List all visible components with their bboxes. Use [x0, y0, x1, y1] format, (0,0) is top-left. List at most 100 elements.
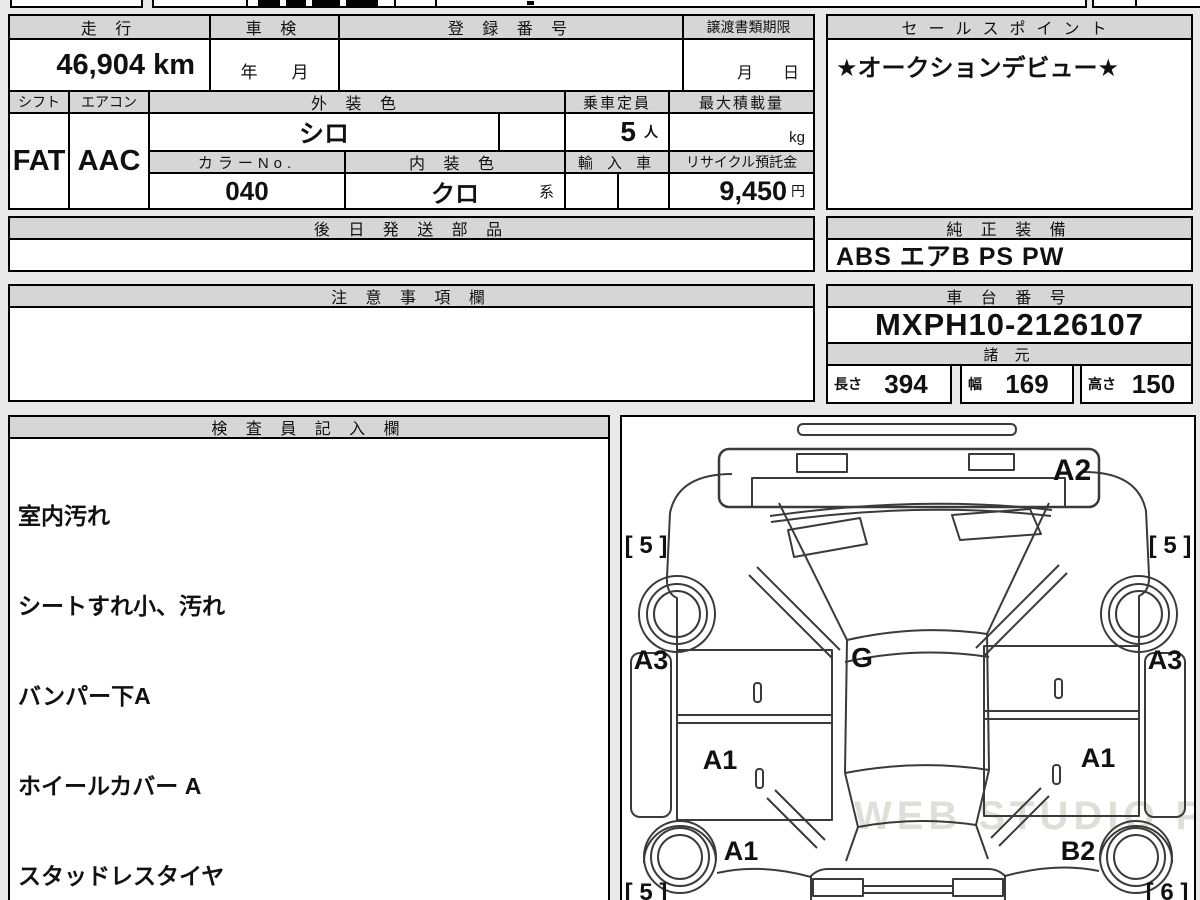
import-car-cell-2	[617, 172, 670, 210]
shift-value: FAT	[8, 112, 70, 210]
inspector-notes-header: 検 査 員 記 入 欄	[8, 415, 610, 439]
chassis-no-value: MXPH10-2126107	[826, 306, 1193, 344]
exterior-color-text: シロ	[298, 120, 349, 148]
front-lamp-left	[796, 453, 848, 473]
later-parts-body	[8, 238, 815, 272]
chassis-no-header: 車 台 番 号	[826, 284, 1193, 308]
caution-body	[8, 306, 815, 402]
mileage-header-label: 走 行	[80, 21, 139, 38]
cutoff-text-fragment	[312, 0, 340, 6]
cutoff-text-fragment	[286, 0, 306, 6]
color-no-header: カラーNo.	[148, 150, 346, 174]
spec-length-label: 長さ	[834, 376, 862, 392]
inspection-header-label: 車 検	[245, 21, 304, 38]
front-lamp-right	[968, 453, 1015, 471]
spec-width-cell: 幅 169	[960, 364, 1074, 404]
side-panel-left	[630, 652, 672, 818]
roof-strip	[797, 423, 1017, 436]
max-load-unit: kg	[789, 129, 805, 146]
door-handle	[755, 768, 764, 789]
damage-label-g: G	[851, 642, 873, 673]
recycle-deposit-number: 9,450	[719, 175, 787, 206]
door-handle	[1054, 678, 1063, 699]
max-load-value: kg	[668, 112, 815, 152]
exterior-color-empty-cell	[498, 112, 566, 152]
cutoff-row-cell	[1135, 0, 1200, 8]
inspector-note-line: バンパー下A	[18, 683, 151, 709]
color-no-text: 040	[225, 175, 269, 206]
recycle-deposit-header-label: リサイクル預託金	[685, 154, 798, 170]
later-parts-header-label: 後 日 発 送 部 品	[313, 222, 510, 239]
registration-value	[338, 38, 684, 92]
specs-header-label: 諸 元	[983, 346, 1036, 364]
capacity-number: 5	[620, 116, 636, 147]
car-damage-diagram: WEB STUDIO PRO	[620, 415, 1196, 900]
sales-point-text: ★オークションデビュー★	[836, 55, 1120, 82]
inspector-note-line: 室内汚れ	[18, 503, 110, 529]
spec-height-value: 150	[1131, 368, 1176, 399]
color-no-header-label: カラーNo.	[197, 154, 297, 172]
sales-point-header: セールスポイント	[826, 14, 1193, 40]
car-top-view-diagram: WEB STUDIO PRO	[625, 423, 1194, 900]
aircon-header: エアコン	[68, 90, 150, 114]
cutoff-row-cell	[394, 0, 437, 8]
transfer-deadline-header-label: 譲渡書類期限	[706, 19, 791, 35]
specs-header: 諸 元	[826, 342, 1193, 366]
inspection-header: 車 検	[209, 14, 340, 40]
doors-right	[983, 645, 1140, 817]
interior-color-header-label: 内 装 色	[409, 156, 501, 173]
transfer-month-label: 月	[736, 65, 753, 82]
later-parts-header: 後 日 発 送 部 品	[8, 216, 815, 240]
damage-label-rear-right: [ 6 ]	[1146, 879, 1189, 900]
transfer-deadline-header: 譲渡書類期限	[682, 14, 815, 40]
inspector-note-line: スタッドレスタイヤ	[18, 863, 225, 889]
door-handle	[753, 682, 762, 703]
interior-color-text: クロ	[431, 180, 479, 208]
cutoff-row-cell	[1092, 0, 1137, 8]
capacity-unit: 人	[644, 124, 658, 140]
cutoff-row-cell	[152, 0, 248, 8]
shift-header-label: シフト	[18, 94, 60, 110]
aircon-header-label: エアコン	[81, 94, 137, 110]
capacity-header-label: 乗車定員	[582, 94, 651, 112]
interior-color-header: 内 装 色	[344, 150, 566, 174]
shift-header: シフト	[8, 90, 70, 114]
max-load-header-label: 最大積載量	[698, 94, 784, 112]
registration-header-label: 登 録 番 号	[447, 21, 575, 38]
caution-header-label: 注 意 事 項 欄	[331, 290, 492, 307]
damage-label-a1-door-left: A1	[703, 745, 738, 775]
shift-value-text: FAT	[12, 144, 66, 177]
inspector-note-line: ホイールカバー A	[18, 773, 202, 799]
inspection-month-label: 月	[291, 63, 309, 82]
recycle-deposit-value: 9,450 円	[668, 172, 815, 210]
aircon-value-text: AAC	[77, 144, 141, 177]
wiper-left	[787, 517, 868, 558]
exterior-color-value: シロ	[148, 112, 500, 152]
genuine-equipment-text: ABS エアB PS PW	[836, 243, 1065, 271]
recycle-deposit-header: リサイクル預託金	[668, 150, 815, 174]
recycle-deposit-unit: 円	[791, 183, 805, 199]
spec-width-value: 169	[1005, 368, 1049, 399]
caution-header: 注 意 事 項 欄	[8, 284, 815, 308]
spec-height-label: 高さ	[1088, 376, 1116, 392]
mileage-value-text: 46,904 km	[56, 48, 195, 81]
max-load-header: 最大積載量	[668, 90, 815, 114]
inspector-notes-body: 室内汚れ シートすれ小、汚れ バンパー下A ホイールカバー A スタッドレスタイ…	[8, 437, 610, 900]
sales-point-header-label: セールスポイント	[901, 21, 1118, 38]
spec-length-cell: 長さ 394	[826, 364, 952, 404]
damage-label-a1-door-right: A1	[1081, 743, 1116, 773]
interior-color-value: クロ 系	[344, 172, 566, 210]
inspection-value: 年 月	[209, 38, 340, 92]
damage-label-rear-left: [ 5 ]	[625, 879, 668, 900]
damage-label-b2-quarter-right: B2	[1061, 836, 1096, 866]
spec-length-value: 394	[884, 368, 928, 399]
cutoff-text-fragment	[527, 1, 534, 5]
cutoff-text-fragment	[346, 0, 378, 6]
inspector-note-line: シートすれ小、汚れ	[18, 593, 225, 619]
inspection-year-label: 年	[240, 63, 258, 82]
damage-label-front-right: [ 5 ]	[1149, 532, 1192, 559]
transfer-day-label: 日	[782, 65, 799, 82]
tail-lamp-right	[952, 878, 1004, 897]
spec-width-label: 幅	[968, 376, 982, 392]
transfer-deadline-value: 月 日	[682, 38, 815, 92]
